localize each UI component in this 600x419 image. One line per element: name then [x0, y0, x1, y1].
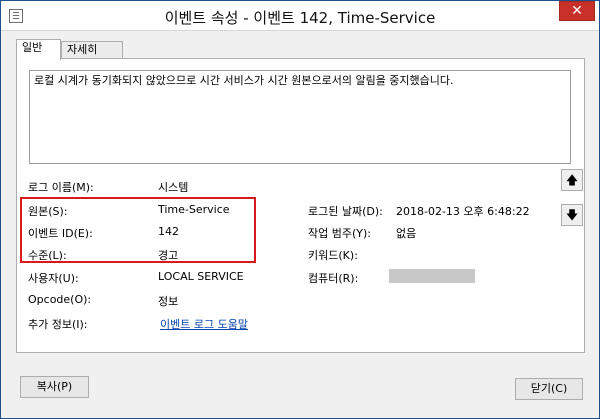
- event-description[interactable]: 로컬 시계가 동기화되지 않았으므로 시간 서비스가 시간 원본으로서의 알림을…: [29, 70, 571, 164]
- close-button[interactable]: 닫기(C): [515, 378, 583, 400]
- logged-value: 2018-02-13 오후 6:48:22: [396, 205, 530, 218]
- logged-label: 로그된 날짜(D):: [308, 205, 383, 218]
- copy-button[interactable]: 복사(P): [20, 376, 89, 398]
- event-properties-window: 이벤트 속성 - 이벤트 142, Time-Service ✕ 일반 자세히 …: [0, 0, 600, 419]
- log-name-value: 시스템: [158, 181, 189, 194]
- event-log-help-link[interactable]: 이벤트 로그 도움말: [160, 316, 248, 332]
- user-value: LOCAL SERVICE: [158, 270, 244, 283]
- opcode-label: Opcode(O):: [28, 293, 92, 306]
- previous-event-button[interactable]: 🡅: [561, 169, 583, 191]
- tab-general[interactable]: 일반: [16, 39, 61, 60]
- keywords-label: 키워드(K):: [308, 249, 358, 262]
- opcode-value: 정보: [158, 295, 179, 308]
- next-event-button[interactable]: 🡇: [561, 204, 583, 226]
- highlight-box: [20, 197, 256, 263]
- arrow-down-icon: 🡇: [565, 208, 579, 222]
- title-bar: 이벤트 속성 - 이벤트 142, Time-Service ✕: [1, 1, 599, 31]
- close-window-button[interactable]: ✕: [559, 1, 595, 21]
- computer-value-redacted: [389, 269, 475, 283]
- window-title: 이벤트 속성 - 이벤트 142, Time-Service: [164, 9, 436, 27]
- log-name-label: 로그 이름(M):: [28, 181, 94, 194]
- more-info-label: 추가 정보(I):: [28, 318, 88, 331]
- user-label: 사용자(U):: [28, 272, 79, 285]
- task-category-value: 없음: [396, 227, 417, 240]
- arrow-up-icon: 🡅: [565, 173, 579, 187]
- computer-label: 컴퓨터(R):: [308, 272, 359, 285]
- tab-details[interactable]: 자세히: [61, 41, 123, 59]
- task-category-label: 작업 범주(Y):: [308, 227, 371, 240]
